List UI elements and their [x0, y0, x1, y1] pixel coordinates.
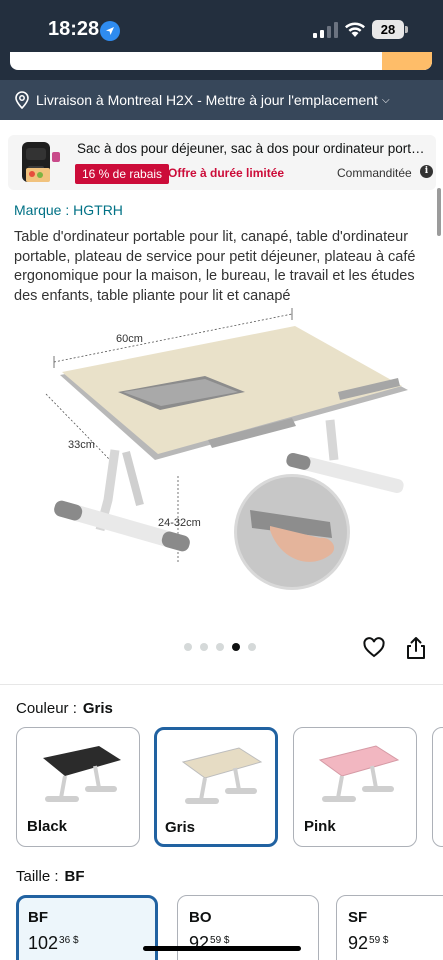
price-whole: 92 — [348, 933, 369, 953]
info-icon[interactable]: i — [420, 165, 433, 178]
color-selected-value: Gris — [82, 700, 113, 717]
size-label: Taille : BF — [16, 868, 85, 885]
size-option-bf[interactable]: BF 10236 $ — [16, 895, 158, 960]
carousel-dot[interactable] — [200, 643, 208, 651]
delivery-text: Livraison à Montreal H2X - Mettre à jour… — [36, 92, 378, 108]
color-label-text: Couleur : — [16, 700, 77, 717]
battery-indicator: 28 — [372, 20, 404, 39]
dimension-depth-label: 33cm — [68, 439, 95, 451]
color-label: Couleur : Gris — [16, 700, 113, 717]
search-bar[interactable] — [10, 52, 432, 70]
carousel-dot[interactable] — [248, 643, 256, 651]
scrollbar[interactable] — [437, 188, 441, 236]
size-label-text: Taille : — [16, 868, 59, 885]
price-whole: 102 — [28, 933, 59, 953]
color-option-black[interactable]: Black — [16, 727, 140, 847]
product-title: Table d'ordinateur portable pour lit, ca… — [14, 229, 416, 304]
size-option-name: BO — [189, 909, 212, 926]
price-fraction: 59 $ — [369, 935, 389, 946]
color-option-gris[interactable]: Gris — [154, 727, 278, 847]
price-fraction: 59 $ — [210, 935, 230, 946]
discount-badge: 16 % de rabais — [75, 164, 170, 184]
delivery-location-bar[interactable]: Livraison à Montreal H2X - Mettre à jour… — [0, 80, 443, 120]
size-selected-value: BF — [64, 868, 85, 885]
search-button[interactable] — [382, 52, 432, 70]
ad-title[interactable]: Sac à dos pour déjeuner, sac à dos pour … — [77, 141, 431, 156]
carousel-dot-active[interactable] — [232, 643, 240, 651]
dimension-width-label: 60cm — [116, 333, 143, 345]
color-option-partial[interactable] — [432, 727, 443, 847]
dimension-height-label: 24-32cm — [158, 517, 201, 529]
size-option-price: 10236 $ — [28, 933, 79, 954]
price-fraction: 36 $ — [59, 935, 79, 946]
chevron-down-icon: ⌵ — [381, 94, 390, 106]
status-bar: 18:28 28 — [0, 0, 443, 58]
home-indicator[interactable] — [143, 946, 301, 951]
sponsored-label: Commanditée — [337, 166, 412, 180]
product-image[interactable]: 60cm 33cm 24-32cm — [30, 300, 413, 620]
swatch-image — [181, 747, 263, 804]
divider — [0, 684, 443, 685]
sponsored-ad[interactable]: Sac à dos pour déjeuner, sac à dos pour … — [8, 135, 436, 190]
size-option-price: 9259 $ — [348, 933, 389, 954]
backpack-thumbnail — [22, 142, 60, 182]
cellular-signal-icon — [313, 22, 338, 38]
share-icon[interactable] — [405, 636, 427, 660]
swatch-image — [318, 745, 400, 802]
location-pin-icon — [15, 91, 29, 109]
color-option-label: Pink — [304, 818, 336, 835]
size-option-name: BF — [28, 909, 48, 926]
swatch-image — [43, 746, 121, 802]
location-arrow-icon — [100, 21, 120, 41]
color-option-label: Gris — [165, 819, 196, 836]
battery-tip — [405, 26, 408, 33]
size-option-sf[interactable]: SF 9259 $ — [336, 895, 443, 960]
limited-offer-label: Offre à durée limitée — [168, 166, 285, 180]
wifi-icon — [345, 22, 365, 37]
heart-icon[interactable] — [362, 636, 386, 660]
carousel-dot[interactable] — [184, 643, 192, 651]
clock: 18:28 — [48, 18, 100, 40]
color-option-label: Black — [27, 818, 68, 835]
size-option-name: SF — [348, 909, 368, 926]
brand-link[interactable]: Marque : HGTRH — [14, 202, 123, 218]
color-option-pink[interactable]: Pink — [293, 727, 417, 847]
image-carousel-dots[interactable] — [184, 643, 256, 651]
carousel-dot[interactable] — [216, 643, 224, 651]
